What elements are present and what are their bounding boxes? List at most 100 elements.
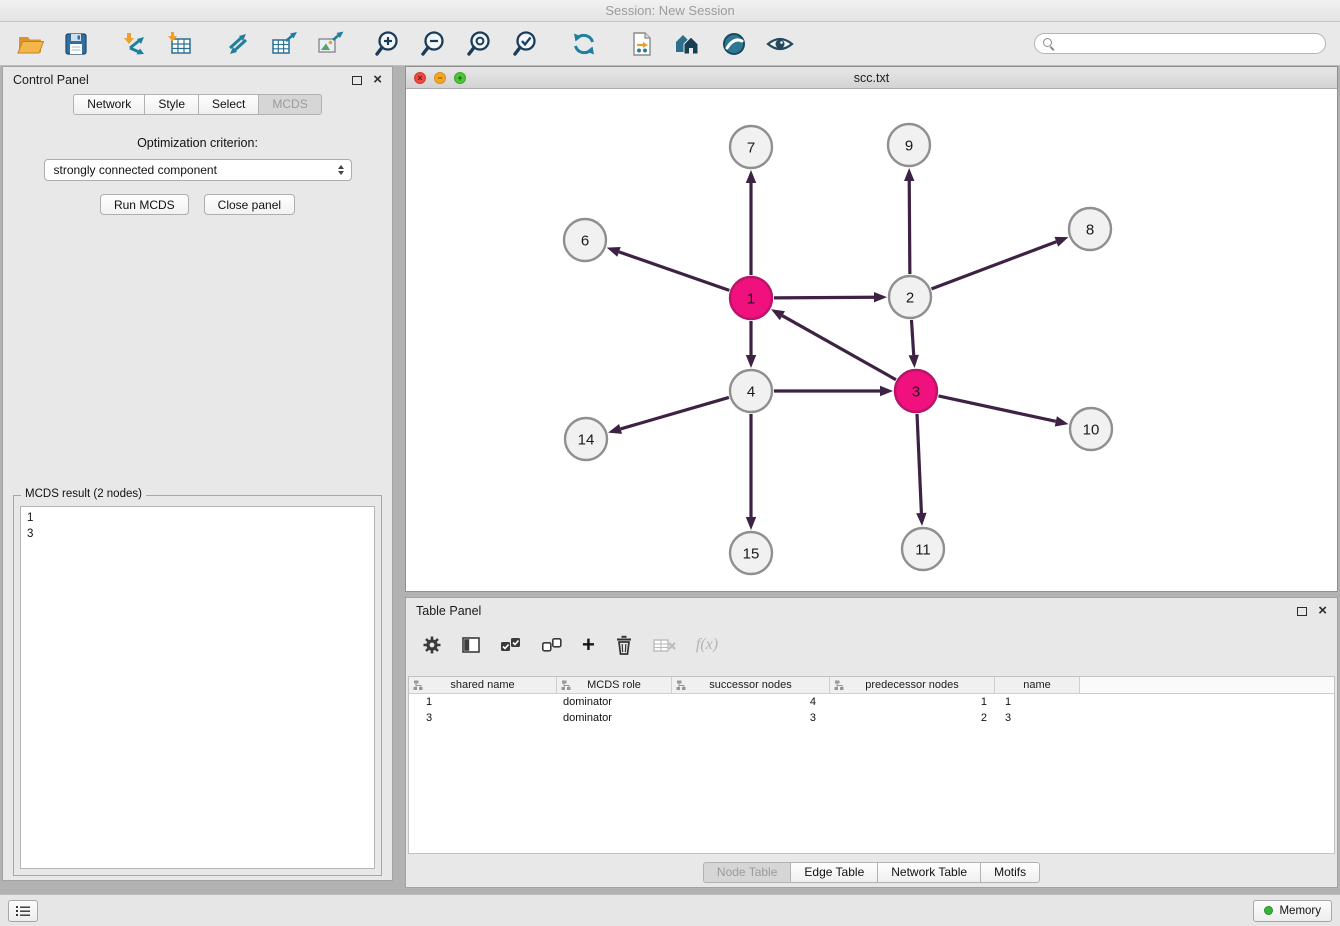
svg-text:1: 1: [747, 291, 755, 308]
graph-edge-3-10[interactable]: [938, 396, 1068, 427]
tab-select[interactable]: Select: [198, 94, 258, 115]
first-neighbors-button[interactable]: [626, 28, 658, 60]
delete-table-button[interactable]: [653, 632, 677, 658]
import-table-button[interactable]: [164, 28, 196, 60]
cell-predecessor-nodes[interactable]: 1: [830, 696, 995, 708]
cell-mcds-role[interactable]: dominator: [557, 712, 672, 724]
graph-edge-2-3[interactable]: [909, 320, 919, 368]
select-all-button[interactable]: [500, 632, 522, 658]
tab-motifs[interactable]: Motifs: [980, 862, 1040, 883]
apply-layout-button[interactable]: [568, 28, 600, 60]
close-panel-button[interactable]: Close panel: [204, 194, 295, 215]
table-panel-tabs: Node Table Edge Table Network Table Moti…: [406, 862, 1337, 883]
cell-name[interactable]: 3: [995, 712, 1080, 724]
zoom-selected-button[interactable]: [510, 28, 542, 60]
function-builder-button[interactable]: f(x): [696, 632, 718, 658]
cell-successor-nodes[interactable]: 3: [672, 712, 830, 724]
column-header-name[interactable]: name: [995, 677, 1080, 693]
graph-node-8[interactable]: 8: [1069, 208, 1111, 250]
close-table-panel-icon[interactable]: ×: [1318, 606, 1327, 616]
cell-name[interactable]: 1: [995, 696, 1080, 708]
minimize-window-icon[interactable]: −: [434, 72, 446, 84]
memory-button[interactable]: Memory: [1253, 900, 1332, 922]
column-type-icon: [561, 680, 571, 691]
graph-edge-2-9[interactable]: [904, 168, 914, 274]
graph-edge-1-2[interactable]: [774, 292, 887, 302]
graph-node-6[interactable]: 6: [564, 219, 606, 261]
graph-node-14[interactable]: 14: [565, 418, 607, 460]
graph-node-1[interactable]: 1: [730, 277, 772, 319]
zoom-out-button[interactable]: [418, 28, 450, 60]
graph-node-7[interactable]: 7: [730, 126, 772, 168]
graph-node-10[interactable]: 10: [1070, 408, 1112, 450]
table-row[interactable]: 1 dominator 4 1 1: [409, 694, 1334, 710]
show-hide-button[interactable]: [764, 28, 796, 60]
cell-successor-nodes[interactable]: 4: [672, 696, 830, 708]
close-window-icon[interactable]: ×: [414, 72, 426, 84]
graph-edge-1-6[interactable]: [607, 247, 730, 290]
graph-edge-1-4[interactable]: [746, 321, 756, 368]
table-row[interactable]: 3 dominator 3 2 3: [409, 710, 1334, 726]
graph-edge-1-7[interactable]: [746, 170, 756, 275]
graph-edge-3-1[interactable]: [771, 309, 896, 379]
table-settings-button[interactable]: [422, 632, 442, 658]
graph-edge-4-14[interactable]: [608, 397, 729, 434]
cell-shared-name[interactable]: 3: [409, 712, 557, 724]
tab-edge-table[interactable]: Edge Table: [790, 862, 877, 883]
graph-node-3[interactable]: 3: [895, 370, 937, 412]
save-session-button[interactable]: [60, 28, 92, 60]
cell-shared-name[interactable]: 1: [409, 696, 557, 708]
graph-node-9[interactable]: 9: [888, 124, 930, 166]
graph-edge-4-15[interactable]: [746, 414, 756, 530]
search-box[interactable]: [1034, 33, 1326, 54]
tab-node-table[interactable]: Node Table: [703, 862, 791, 883]
new-network-button[interactable]: [222, 28, 254, 60]
graph-node-15[interactable]: 15: [730, 532, 772, 574]
add-column-button[interactable]: +: [582, 632, 595, 658]
apply-style-button[interactable]: [718, 28, 750, 60]
float-table-panel-icon[interactable]: [1297, 607, 1307, 616]
mcds-result-area[interactable]: 1 3: [20, 506, 375, 869]
column-header-predecessor-nodes[interactable]: predecessor nodes: [830, 677, 995, 693]
graph-node-11[interactable]: 11: [902, 528, 944, 570]
network-graph[interactable]: 7 9 6 8 1 2 4 3 14 10 15 11: [406, 89, 1337, 591]
export-table-button[interactable]: [268, 28, 300, 60]
criterion-dropdown[interactable]: strongly connected component: [44, 159, 352, 181]
float-panel-icon[interactable]: [352, 76, 362, 85]
search-input[interactable]: [1060, 34, 1317, 53]
tab-network-table[interactable]: Network Table: [877, 862, 980, 883]
column-header-successor-nodes[interactable]: successor nodes: [672, 677, 830, 693]
import-network-button[interactable]: [118, 28, 150, 60]
tab-style[interactable]: Style: [144, 94, 198, 115]
open-session-button[interactable]: [14, 28, 46, 60]
cell-predecessor-nodes[interactable]: 2: [830, 712, 995, 724]
graph-node-4[interactable]: 4: [730, 370, 772, 412]
zoom-in-button[interactable]: [372, 28, 404, 60]
show-columns-button[interactable]: [461, 632, 481, 658]
criterion-dropdown-value: strongly connected component: [54, 163, 217, 177]
task-history-button[interactable]: [8, 900, 38, 922]
delete-column-button[interactable]: [614, 632, 634, 658]
delete-table-icon: [653, 635, 677, 655]
zoom-fit-button[interactable]: [464, 28, 496, 60]
export-image-button[interactable]: [314, 28, 346, 60]
tab-network[interactable]: Network: [73, 94, 144, 115]
close-panel-icon[interactable]: ×: [373, 75, 382, 85]
graph-node-2[interactable]: 2: [889, 276, 931, 318]
home-button[interactable]: [672, 28, 704, 60]
network-canvas[interactable]: 7 9 6 8 1 2 4 3 14 10 15 11: [406, 89, 1337, 591]
graph-edge-4-3[interactable]: [774, 386, 893, 396]
column-header-shared-name[interactable]: shared name: [409, 677, 557, 693]
tab-mcds[interactable]: MCDS: [258, 94, 321, 115]
select-all-icon: [500, 635, 522, 655]
app-title: Session: New Session: [605, 3, 734, 18]
network-window-titlebar[interactable]: × − + scc.txt: [406, 67, 1337, 89]
maximize-window-icon[interactable]: +: [454, 72, 466, 84]
graph-edge-2-8[interactable]: [932, 237, 1069, 289]
cell-mcds-role[interactable]: dominator: [557, 696, 672, 708]
run-mcds-button[interactable]: Run MCDS: [100, 194, 189, 215]
graph-edge-3-11[interactable]: [916, 414, 926, 526]
control-panel-title: Control Panel: [13, 73, 89, 87]
column-header-mcds-role[interactable]: MCDS role: [557, 677, 672, 693]
deselect-all-button[interactable]: [541, 632, 563, 658]
